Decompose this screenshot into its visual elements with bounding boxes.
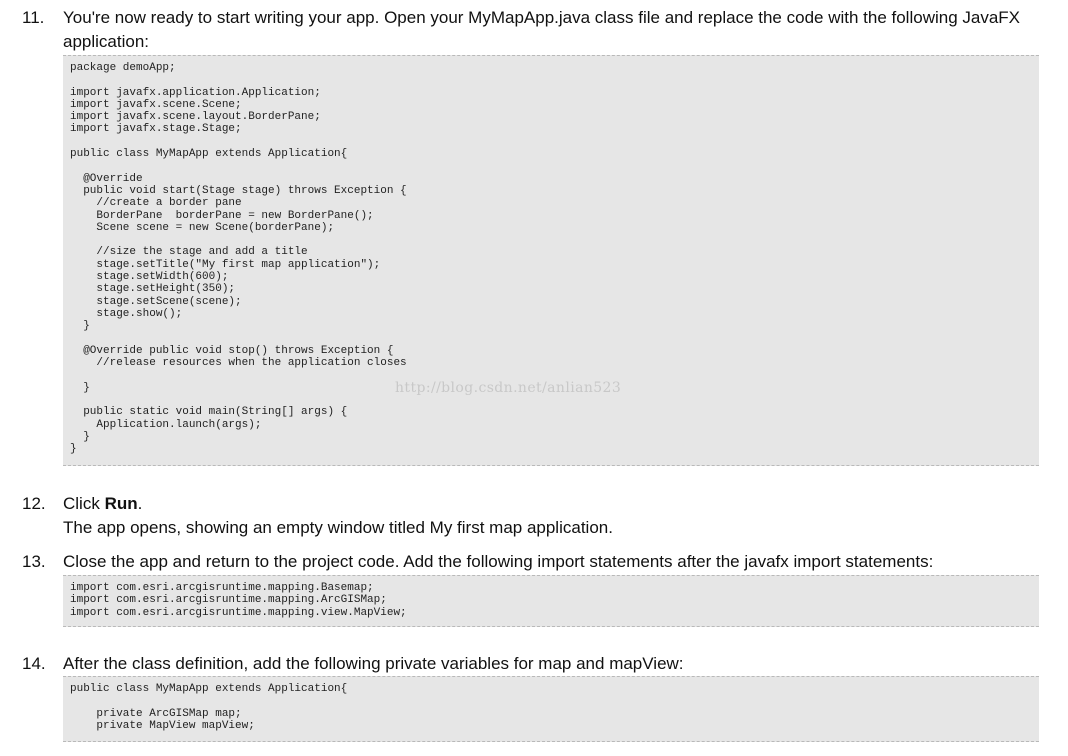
step-14-text: After the class definition, add the foll…: [63, 654, 684, 673]
step-13-code: import com.esri.arcgisruntime.mapping.Ba…: [70, 582, 407, 619]
step-11-code-block: package demoApp; import javafx.applicati…: [63, 55, 1039, 466]
step-12-number: 12.: [22, 494, 46, 513]
step-11-text: You're now ready to start writing your a…: [63, 8, 1021, 51]
step-12-description: The app opens, showing an empty window t…: [63, 518, 613, 537]
step-14-number: 14.: [22, 654, 46, 673]
step-12-text: Click Run.: [63, 492, 1044, 516]
step-13-text: Close the app and return to the project …: [63, 552, 934, 571]
step-13-number: 13.: [22, 552, 46, 571]
watermark: http://blog.csdn.net/anlian523: [395, 380, 622, 396]
step-11-number: 11.: [22, 8, 45, 27]
run-label: Run: [104, 494, 138, 513]
step-12-text-suffix: .: [137, 494, 143, 513]
step-13-code-block: import com.esri.arcgisruntime.mapping.Ba…: [63, 575, 1039, 627]
step-12-text-prefix: Click: [63, 494, 105, 513]
document-page: 11. You're now ready to start writing yo…: [0, 0, 1068, 756]
step-14-code: public class MyMapApp extends Applicatio…: [70, 683, 348, 732]
step-14-code-block: public class MyMapApp extends Applicatio…: [63, 676, 1039, 742]
